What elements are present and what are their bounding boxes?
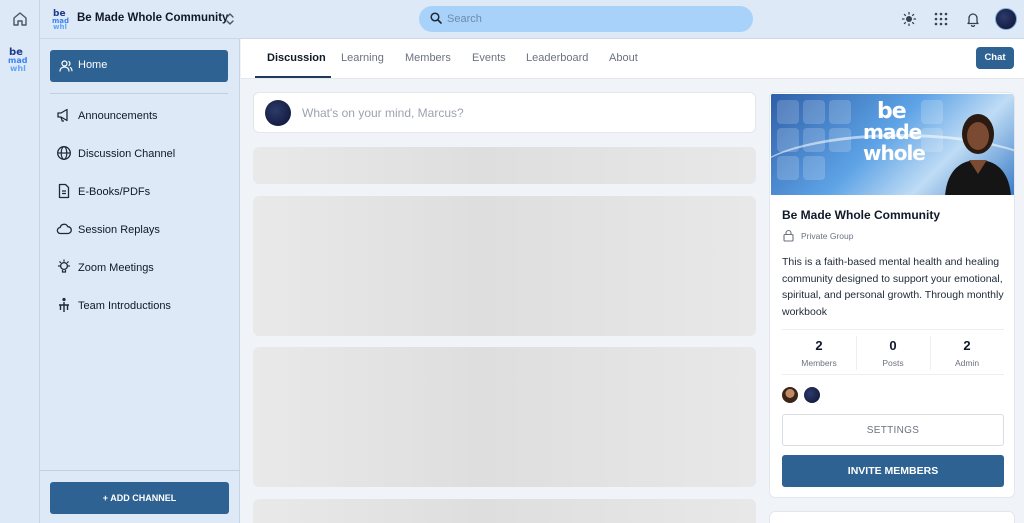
sidebar-item-announcements[interactable]: Announcements: [50, 102, 228, 128]
megaphone-icon: [57, 108, 68, 122]
stat-value: 2: [815, 338, 823, 353]
lightbulb-icon: [57, 259, 71, 273]
sidebar-item-zoom-meetings[interactable]: Zoom Meetings: [50, 254, 228, 280]
team-icon: [59, 297, 69, 312]
sidebar-item-discussion-channel[interactable]: Discussion Channel: [50, 140, 228, 166]
post-composer[interactable]: What's on your mind, Marcus?: [253, 92, 756, 133]
tab-leaderboard[interactable]: Leaderboard: [526, 52, 588, 64]
search-bar[interactable]: [419, 6, 753, 32]
sidebar-item-label: Announcements: [78, 110, 158, 122]
lock-icon: [783, 229, 794, 242]
privacy-text: Private Group: [801, 231, 854, 241]
sidebar-item-label: Session Replays: [78, 224, 160, 236]
loading-skeleton: [253, 196, 756, 336]
loading-skeleton: [253, 499, 756, 523]
group-info-card: be made whole Be Made Whole Community Pr…: [769, 92, 1015, 498]
invite-members-button[interactable]: INVITE MEMBERS: [782, 455, 1004, 487]
svg-text:whole: whole: [863, 141, 925, 165]
tab-events[interactable]: Events: [472, 52, 506, 64]
member-avatar[interactable]: [782, 387, 798, 403]
community-logo-small: be mad whl: [52, 8, 72, 31]
search-input[interactable]: [447, 10, 737, 28]
sidebar-item-ebooks[interactable]: E-Books/PDFs: [50, 178, 228, 204]
tab-discussion[interactable]: Discussion: [267, 52, 326, 64]
stat-label: Members: [801, 358, 837, 368]
stat-posts: 0 Posts: [856, 330, 930, 376]
stat-admin: 2 Admin: [930, 330, 1004, 376]
composer-placeholder[interactable]: What's on your mind, Marcus?: [302, 106, 464, 120]
stat-value: 0: [889, 338, 897, 353]
chat-button[interactable]: Chat: [976, 47, 1014, 69]
sidebar-item-label: Discussion Channel: [78, 148, 176, 160]
globe-icon: [57, 146, 71, 160]
chevron-updown-icon[interactable]: [224, 11, 236, 27]
cloud-icon: [56, 223, 72, 235]
member-avatar[interactable]: [804, 387, 820, 403]
community-name[interactable]: Be Made Whole Community: [77, 12, 228, 24]
sidebar-item-label: Team Introductions: [78, 300, 171, 312]
sidebar-item-session-replays[interactable]: Session Replays: [50, 216, 228, 242]
active-tab-indicator: [255, 76, 331, 78]
add-channel-button[interactable]: + ADD CHANNEL: [50, 482, 229, 514]
community-logo[interactable]: be mad whl: [8, 46, 32, 73]
divider: [50, 93, 228, 94]
sidebar-item-team-introductions[interactable]: Team Introductions: [50, 292, 228, 318]
stat-value: 2: [963, 338, 971, 353]
document-icon: [58, 183, 70, 199]
users-icon: [59, 60, 73, 72]
avatar: [265, 100, 291, 126]
stat-members: 2 Members: [782, 330, 856, 376]
home-icon[interactable]: [11, 10, 29, 28]
sidebar-item-label: Home: [78, 59, 108, 71]
tab-bar: Discussion Learning Members Events Leade…: [241, 39, 1024, 79]
tab-members[interactable]: Members: [405, 52, 451, 64]
user-avatar[interactable]: [995, 8, 1017, 30]
bell-icon[interactable]: [965, 11, 981, 28]
tab-learning[interactable]: Learning: [341, 52, 384, 64]
divider: [40, 470, 240, 471]
svg-text:whl: whl: [10, 64, 26, 72]
svg-text:whl: whl: [53, 23, 67, 30]
sidebar: Home Announcements Discussion Channel E-…: [40, 39, 240, 523]
apps-grid-icon[interactable]: [933, 11, 949, 27]
sidebar-item-home[interactable]: Home: [50, 50, 228, 82]
sun-icon[interactable]: [901, 11, 917, 27]
settings-button[interactable]: SETTINGS: [782, 414, 1004, 446]
group-title: Be Made Whole Community: [782, 208, 941, 222]
loading-skeleton: [253, 147, 756, 184]
sidebar-item-label: Zoom Meetings: [78, 262, 154, 274]
search-icon: [430, 12, 442, 24]
stat-label: Posts: [882, 358, 904, 368]
left-rail: be mad whl: [0, 0, 40, 523]
host-photo: [945, 114, 1011, 195]
stat-label: Admin: [954, 358, 980, 368]
secondary-card: [769, 511, 1015, 523]
cover-logo: be made whole: [863, 98, 935, 171]
group-stats: 2 Members 0 Posts 2 Admin: [782, 329, 1004, 375]
tab-about[interactable]: About: [609, 52, 638, 64]
group-cover-image: be made whole: [771, 94, 1014, 195]
loading-skeleton: [253, 347, 756, 487]
sidebar-item-label: E-Books/PDFs: [78, 186, 151, 198]
group-description: This is a faith-based mental health and …: [782, 256, 1004, 318]
